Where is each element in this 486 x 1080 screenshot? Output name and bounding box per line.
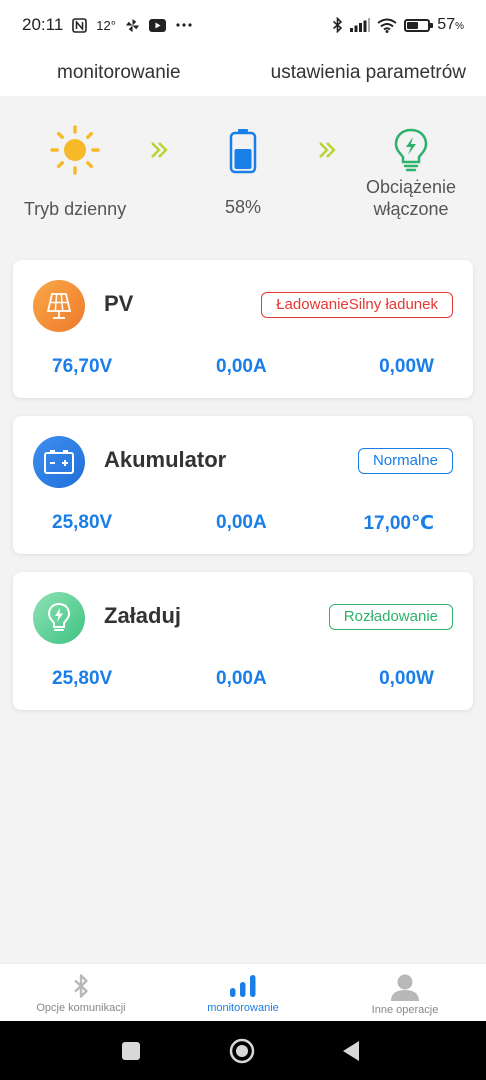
nav-communication-options[interactable]: Opcje komunikacji	[0, 964, 162, 1021]
nav-communication-label: Opcje komunikacji	[36, 1002, 126, 1014]
pv-voltage: 76,70V	[52, 356, 113, 377]
battery-current: 0,00A	[216, 512, 267, 533]
pv-values: 76,70V 0,00A 0,00W	[13, 356, 473, 380]
battery-icon	[404, 18, 434, 32]
pv-current: 0,00A	[216, 356, 267, 377]
load-current: 0,00A	[216, 668, 267, 689]
tab-parameter-settings[interactable]: ustawienia parametrów	[271, 62, 466, 84]
nav-other-operations[interactable]: Inne operacje	[324, 964, 486, 1021]
signal-icon	[350, 18, 371, 32]
youtube-icon	[148, 18, 166, 32]
pv-card[interactable]: PV ŁadowanieSilny ładunek 76,70V 0,00A 0…	[13, 260, 473, 398]
load-values: 25,80V 0,00A 0,00W	[13, 668, 473, 692]
sun-mode-label: Tryb dzienny	[23, 199, 127, 219]
battery-status-badge: Normalne	[357, 448, 453, 474]
bluetooth-icon	[332, 17, 343, 33]
battery-percent-label: 58%	[224, 197, 262, 217]
battery-title: Akumulator	[104, 447, 227, 472]
system-navigation-bar	[0, 1021, 486, 1080]
chevron-right-icon	[319, 142, 336, 158]
battery-voltage: 25,80V	[52, 512, 113, 533]
solar-panel-icon	[33, 280, 85, 332]
status-bar: 20:11 12° 57%	[0, 0, 486, 50]
load-label-line2: włączone	[373, 199, 449, 219]
accumulator-icon	[33, 436, 85, 488]
more-dots-icon	[175, 22, 193, 28]
load-bulb-icon	[33, 592, 85, 644]
temperature-text: 12°	[96, 17, 116, 33]
bar-chart-icon	[230, 975, 256, 997]
tab-monitoring[interactable]: monitorowanie	[57, 62, 181, 84]
load-voltage: 25,80V	[52, 668, 113, 689]
pinwheel-icon	[125, 18, 140, 33]
load-status-badge: Rozładowanie	[328, 604, 453, 630]
battery-fill	[407, 21, 419, 29]
battery-icon	[229, 129, 257, 174]
home-circle-icon[interactable]	[229, 1038, 255, 1064]
load-card[interactable]: Załaduj Rozładowanie 25,80V 0,00A 0,00W	[13, 572, 473, 710]
recents-square-icon[interactable]	[121, 1041, 141, 1061]
top-tabs: monitorowanie ustawienia parametrów	[0, 50, 486, 96]
nfc-icon	[72, 17, 88, 33]
nav-monitoring-label: monitorowanie	[207, 1002, 279, 1014]
lightbulb-icon	[394, 128, 428, 172]
battery-status: 58%	[203, 128, 283, 218]
battery-temperature: 17,00℃	[363, 513, 434, 534]
back-triangle-icon[interactable]	[341, 1040, 361, 1062]
battery-percent: 57%	[437, 16, 464, 33]
pv-status-badge: ŁadowanieSilny ładunek	[261, 292, 453, 318]
nav-monitoring[interactable]: monitorowanie	[162, 964, 324, 1021]
load-power: 0,00W	[379, 668, 434, 689]
bottom-nav: Opcje komunikacji monitorowanie Inne ope…	[0, 963, 486, 1021]
sun-icon	[50, 125, 100, 175]
status-time: 20:11	[22, 15, 64, 34]
pv-title: PV	[104, 291, 134, 316]
battery-card[interactable]: Akumulator Normalne 25,80V 0,00A 17,00℃	[13, 416, 473, 554]
nav-other-label: Inne operacje	[371, 1004, 439, 1016]
sun-status: Tryb dzienny	[20, 124, 130, 220]
pv-power: 0,00W	[379, 356, 434, 377]
person-icon	[391, 974, 419, 1001]
load-status: Obciążenie włączone	[351, 128, 471, 220]
chevron-right-icon	[151, 142, 168, 158]
energy-flow: Tryb dzienny 58% Obciążenie włączone	[0, 96, 486, 246]
wifi-icon	[377, 18, 397, 33]
load-label-line1: Obciążenie	[365, 177, 457, 197]
battery-values: 25,80V 0,00A 17,00℃	[13, 512, 473, 536]
bluetooth-icon	[74, 974, 88, 998]
load-title: Załaduj	[104, 603, 182, 628]
